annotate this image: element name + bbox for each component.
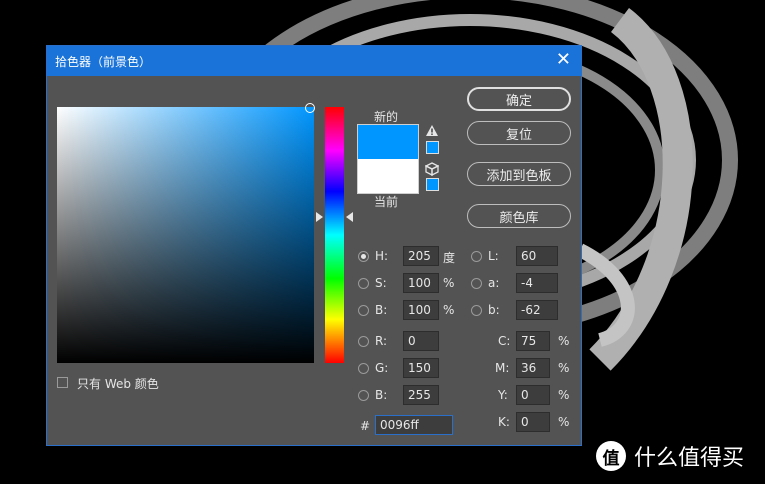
h-label: H: <box>375 249 389 263</box>
web-colors-checkbox[interactable] <box>57 377 68 388</box>
hue-slider-right-handle[interactable] <box>346 212 353 222</box>
color-field-marker[interactable] <box>305 103 315 113</box>
watermark: 值 什么值得买 <box>596 440 744 472</box>
g-radio[interactable] <box>358 363 369 374</box>
cube-icon[interactable] <box>425 162 439 176</box>
y-unit: % <box>558 388 570 402</box>
m-input[interactable]: 36 <box>516 358 550 378</box>
s-radio[interactable] <box>358 278 369 289</box>
m-label: M: <box>495 361 510 375</box>
close-icon[interactable]: ✕ <box>556 49 571 70</box>
y-input[interactable]: 0 <box>516 385 550 405</box>
y-label: Y: <box>498 388 508 402</box>
l-label: L: <box>488 249 499 263</box>
l-radio[interactable] <box>471 251 482 262</box>
lab-b-input[interactable]: -62 <box>516 300 558 320</box>
web-safe-swatch[interactable] <box>426 178 439 191</box>
blue-radio[interactable] <box>358 390 369 401</box>
lab-b-radio[interactable] <box>471 305 482 316</box>
k-input[interactable]: 0 <box>516 412 550 432</box>
r-radio[interactable] <box>358 336 369 347</box>
r-input[interactable]: 0 <box>403 331 439 351</box>
b-input[interactable]: 100 <box>403 300 439 320</box>
s-input[interactable]: 100 <box>403 273 439 293</box>
h-unit: 度 <box>443 251 456 265</box>
saturation-brightness-field[interactable] <box>57 103 315 363</box>
hue-slider[interactable] <box>325 107 344 363</box>
m-unit: % <box>558 361 570 375</box>
c-input[interactable]: 75 <box>516 331 550 351</box>
warning-triangle-icon[interactable] <box>425 124 439 137</box>
hex-label: # <box>360 419 371 433</box>
dialog-title: 拾色器（前景色） <box>55 54 152 69</box>
s-unit: % <box>443 276 455 290</box>
ok-button[interactable]: 确定 <box>467 87 571 111</box>
k-label: K: <box>498 415 510 429</box>
s-label: S: <box>375 276 387 290</box>
new-color-swatch <box>358 125 418 159</box>
web-colors-label: 只有 Web 颜色 <box>77 377 159 391</box>
k-unit: % <box>558 415 570 429</box>
h-input[interactable]: 205 <box>403 246 439 266</box>
b-label: B: <box>375 303 388 317</box>
h-radio[interactable] <box>358 251 369 262</box>
b-radio[interactable] <box>358 305 369 316</box>
a-label: a: <box>488 276 500 290</box>
color-picker-dialog: 拾色器（前景色） ✕ 新的 当前 确定 复位 添加到色板 颜色库 H: 205 … <box>46 45 582 446</box>
c-unit: % <box>558 334 570 348</box>
color-libraries-button[interactable]: 颜色库 <box>467 204 571 228</box>
current-color-label: 当前 <box>374 195 399 209</box>
reset-button[interactable]: 复位 <box>467 121 571 145</box>
g-input[interactable]: 150 <box>403 358 439 378</box>
blue-input[interactable]: 255 <box>403 385 439 405</box>
watermark-logo: 值 <box>596 441 626 471</box>
blue-label: B: <box>375 388 388 402</box>
g-label: G: <box>375 361 389 375</box>
r-label: R: <box>375 334 388 348</box>
c-label: C: <box>498 334 511 348</box>
a-input[interactable]: -4 <box>516 273 558 293</box>
b-unit: % <box>443 303 455 317</box>
watermark-text: 什么值得买 <box>634 446 745 471</box>
dialog-titlebar: 拾色器（前景色） ✕ <box>47 46 581 76</box>
hex-input[interactable]: 0096ff <box>375 415 453 435</box>
gamut-swatch[interactable] <box>426 141 439 154</box>
current-color-swatch[interactable] <box>358 159 418 193</box>
new-color-label: 新的 <box>374 110 399 124</box>
add-to-swatches-button[interactable]: 添加到色板 <box>467 162 571 186</box>
color-comparison-swatch <box>357 124 419 194</box>
a-radio[interactable] <box>471 278 482 289</box>
hue-slider-left-handle[interactable] <box>316 212 323 222</box>
lab-b-label: b: <box>488 303 500 317</box>
l-input[interactable]: 60 <box>516 246 558 266</box>
